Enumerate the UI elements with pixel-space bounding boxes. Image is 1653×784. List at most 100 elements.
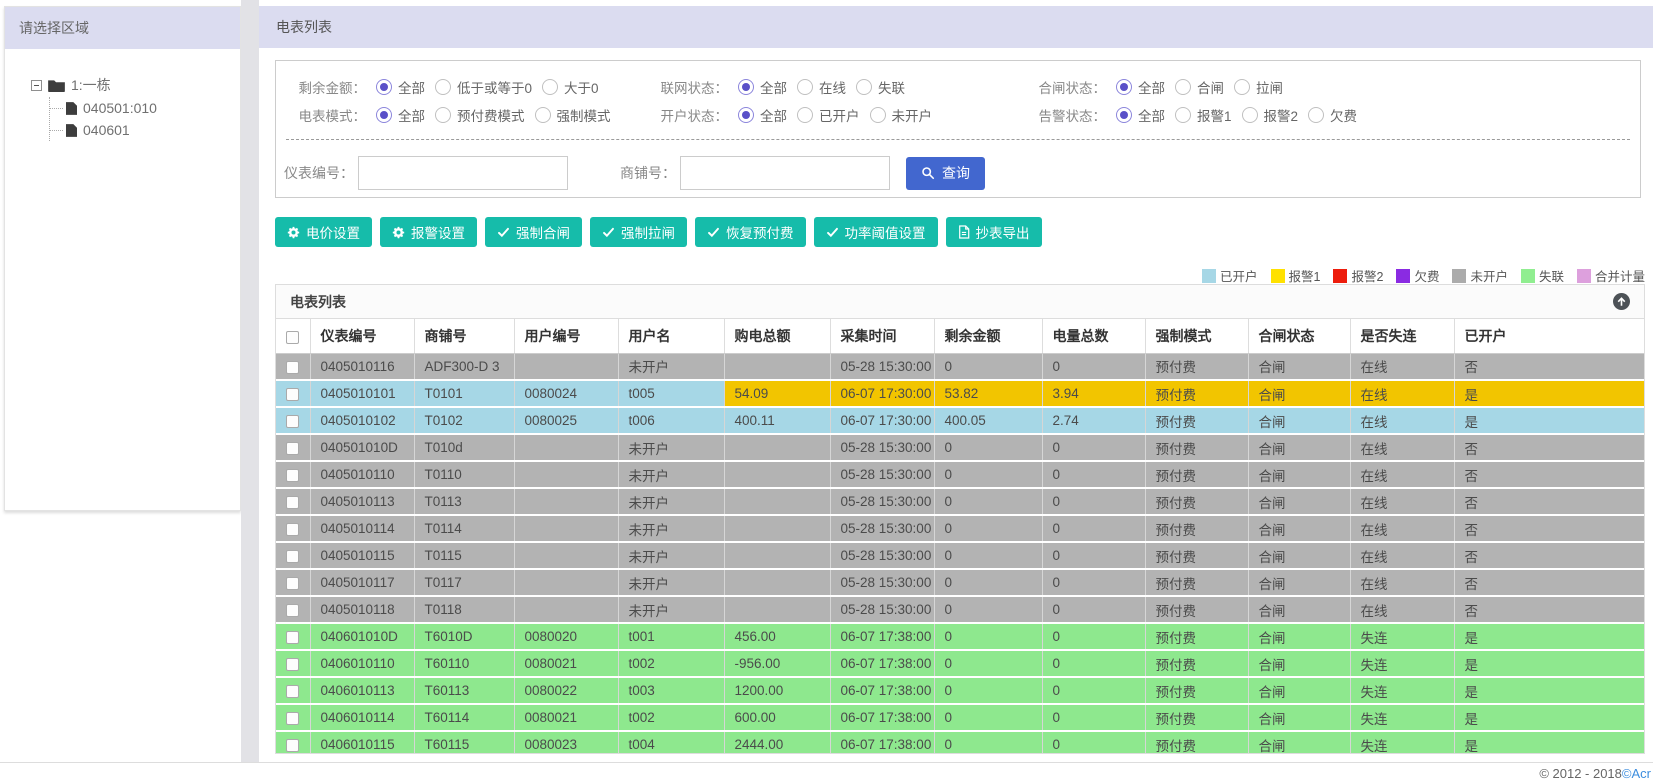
- table-cell: t005: [618, 380, 725, 408]
- action-button[interactable]: 功率阈值设置: [813, 217, 938, 247]
- radio-button[interactable]: [542, 79, 559, 95]
- region-tree: 1:一栋 040501:010 040601: [5, 49, 240, 141]
- table-cell: 400.11: [724, 407, 831, 435]
- filter-option[interactable]: 全部: [1116, 105, 1165, 125]
- row-checkbox[interactable]: [286, 738, 300, 752]
- row-checkbox[interactable]: [286, 684, 300, 698]
- radio-button[interactable]: [1234, 79, 1250, 95]
- table-cell: 合闸: [1248, 515, 1351, 543]
- action-button-label: 强制合闸: [516, 226, 570, 241]
- meter-number-input[interactable]: [358, 156, 568, 190]
- row-checkbox-cell: [276, 488, 311, 516]
- action-button[interactable]: 报警设置: [380, 217, 477, 247]
- select-all-checkbox[interactable]: [286, 330, 300, 344]
- radio-button[interactable]: [738, 107, 754, 123]
- action-button[interactable]: 电价设置: [275, 217, 372, 247]
- radio-button[interactable]: [534, 107, 551, 123]
- filter-option[interactable]: 欠费: [1308, 105, 1357, 125]
- row-checkbox[interactable]: [286, 387, 300, 401]
- radio-button[interactable]: [1308, 107, 1325, 123]
- radio-button[interactable]: [1116, 79, 1132, 95]
- table-cell: 失连: [1350, 650, 1455, 678]
- table-cell: 预付费: [1145, 623, 1249, 651]
- legend-label: 已开户: [1220, 270, 1258, 284]
- radio-button[interactable]: [1175, 79, 1191, 95]
- row-checkbox[interactable]: [286, 711, 300, 725]
- filter-option[interactable]: 低于或等于0: [435, 77, 532, 97]
- table-row: 0405010116 ADF300-D 3 未开户 05-28 15:30:00 0 0 预…: [276, 353, 1644, 381]
- filter-option[interactable]: 已开户: [797, 105, 860, 125]
- tree-root-node[interactable]: 1:一栋: [31, 75, 240, 95]
- table-cell: 合闸: [1248, 461, 1351, 489]
- filter-option[interactable]: 全部: [738, 105, 787, 125]
- filter-option[interactable]: 失联: [856, 77, 905, 97]
- table-cell: 0: [1042, 650, 1146, 678]
- filter-option[interactable]: 全部: [738, 77, 787, 97]
- row-checkbox[interactable]: [286, 414, 300, 428]
- row-checkbox[interactable]: [286, 603, 300, 617]
- filter-option[interactable]: 报警1: [1175, 105, 1232, 125]
- copyright-link[interactable]: ©Acr: [1622, 766, 1651, 781]
- radio-button[interactable]: [869, 107, 886, 123]
- filter-option[interactable]: 大于0: [542, 77, 599, 97]
- action-button-label: 恢复预付费: [726, 226, 794, 241]
- radio-button[interactable]: [435, 79, 451, 95]
- filter-option-label: 全部: [1138, 81, 1165, 96]
- shop-number-input[interactable]: [680, 156, 890, 190]
- filter-option[interactable]: 全部: [376, 105, 425, 125]
- file-icon: [958, 225, 970, 239]
- filter-option[interactable]: 在线: [797, 77, 846, 97]
- table-cell: 失连: [1350, 677, 1455, 705]
- tree-node[interactable]: 040601: [50, 119, 240, 141]
- row-checkbox[interactable]: [286, 576, 300, 590]
- filter-option[interactable]: 拉闸: [1234, 77, 1283, 97]
- radio-button[interactable]: [435, 107, 451, 123]
- table-cell: 否: [1454, 488, 1644, 516]
- row-checkbox[interactable]: [286, 549, 300, 563]
- legend-item: 失联: [1520, 266, 1564, 285]
- table-cell: T60114: [414, 704, 515, 732]
- filter-option[interactable]: 合闸: [1175, 77, 1224, 97]
- radio-button[interactable]: [376, 79, 392, 95]
- filter-option[interactable]: 强制模式: [534, 105, 611, 125]
- query-button[interactable]: 查询: [906, 156, 985, 190]
- action-button[interactable]: 恢复预付费: [695, 217, 806, 247]
- table-panel-header: 电表列表: [276, 285, 1644, 319]
- tree-node[interactable]: 040501:010: [50, 97, 240, 119]
- action-button[interactable]: 强制拉闸: [590, 217, 687, 247]
- table-cell: 预付费: [1145, 380, 1249, 408]
- row-checkbox[interactable]: [286, 360, 300, 374]
- row-checkbox[interactable]: [286, 522, 300, 536]
- filter-option[interactable]: 报警2: [1241, 105, 1298, 125]
- row-checkbox[interactable]: [286, 657, 300, 671]
- radio-button[interactable]: [1116, 107, 1132, 123]
- filter-option-label: 全部: [760, 109, 787, 124]
- table-cell: 0: [934, 542, 1043, 570]
- table-cell: 0: [934, 434, 1043, 462]
- panel-collapse-button[interactable]: [1613, 293, 1630, 310]
- radio-button[interactable]: [1241, 107, 1258, 123]
- radio-button[interactable]: [738, 79, 754, 95]
- row-checkbox[interactable]: [286, 441, 300, 455]
- filter-option[interactable]: 全部: [376, 77, 425, 97]
- radio-button[interactable]: [1175, 107, 1191, 123]
- filter-option[interactable]: 未开户: [869, 105, 932, 125]
- radio-button[interactable]: [797, 79, 813, 95]
- filter-option-label: 报警1: [1197, 109, 1232, 124]
- radio-button[interactable]: [856, 79, 872, 95]
- action-button[interactable]: 抄表导出: [945, 217, 1042, 247]
- tree-collapse-icon[interactable]: [31, 79, 42, 91]
- action-button[interactable]: 强制合闸: [485, 217, 582, 247]
- row-checkbox[interactable]: [286, 495, 300, 509]
- filter-option[interactable]: 全部: [1116, 77, 1165, 97]
- table-cell: 在线: [1350, 515, 1455, 543]
- row-checkbox[interactable]: [286, 468, 300, 482]
- table-row: 0406010113 T60113 0080022 t003 1200.00 06-07 …: [276, 677, 1644, 705]
- radio-button[interactable]: [797, 107, 813, 123]
- table-cell: T6010D: [414, 623, 515, 651]
- filter-option-label: 合闸: [1197, 81, 1224, 96]
- table-cell: 预付费: [1145, 569, 1249, 597]
- row-checkbox[interactable]: [286, 630, 300, 644]
- radio-button[interactable]: [376, 107, 392, 123]
- filter-option[interactable]: 预付费模式: [435, 105, 525, 125]
